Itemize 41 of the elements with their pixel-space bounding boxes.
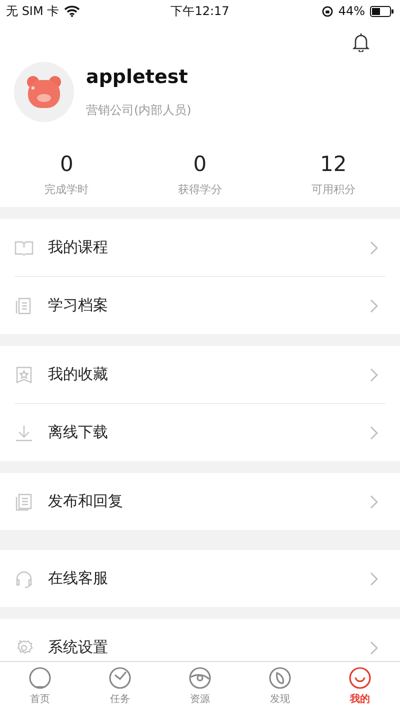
leaf-icon: [268, 666, 292, 690]
stat-value: 0: [60, 152, 74, 176]
notification-bell-icon[interactable]: [352, 32, 370, 52]
documents-icon: [14, 492, 34, 512]
stat-label: 完成学时: [44, 182, 89, 197]
stat-label: 获得学分: [178, 182, 222, 197]
menu-item[interactable]: 离线下载: [14, 403, 386, 461]
menu-item[interactable]: 我的收藏: [14, 346, 386, 403]
stat-label: 可用积分: [311, 182, 356, 197]
stat-value: 0: [193, 152, 207, 176]
clock-time: 下午12:17: [170, 2, 230, 20]
tab-bar-item[interactable]: 任务: [80, 662, 160, 710]
chevron-right-icon: [370, 572, 378, 586]
chevron-right-icon: [370, 494, 378, 508]
star-icon: [14, 364, 34, 384]
battery-percent: 44%: [338, 4, 365, 18]
menu-item[interactable]: 我的课程: [14, 219, 386, 276]
eye-icon: [188, 666, 212, 690]
tab-bar-item[interactable]: 首页: [0, 662, 80, 710]
tab-bar-item[interactable]: 我的: [320, 662, 400, 710]
chevron-right-icon: [370, 426, 378, 440]
tab-bar-item[interactable]: 资源: [160, 662, 240, 710]
chevron-right-icon: [370, 298, 378, 312]
headset-icon: [14, 568, 34, 588]
chevron-right-icon: [370, 240, 378, 254]
carrier-text: 无 SIM 卡: [6, 2, 60, 20]
smile-icon: [348, 666, 372, 690]
download-icon: [14, 422, 34, 442]
chevron-right-icon: [370, 368, 378, 382]
tab-bar-item[interactable]: 发现: [240, 662, 320, 710]
stat-value: 12: [320, 152, 347, 176]
battery-icon: [370, 6, 394, 16]
user-name: appletest: [86, 66, 189, 88]
chevron-right-icon: [370, 640, 378, 654]
user-organization: 营销公司(内部人员): [86, 102, 192, 118]
menu-item[interactable]: 学习档案: [14, 276, 386, 334]
wifi-icon: [64, 5, 80, 17]
rotation-lock-icon: [322, 6, 334, 16]
avatar-bear-icon[interactable]: [14, 62, 74, 122]
circle-icon: [28, 666, 52, 690]
clock-icon: [108, 666, 132, 690]
